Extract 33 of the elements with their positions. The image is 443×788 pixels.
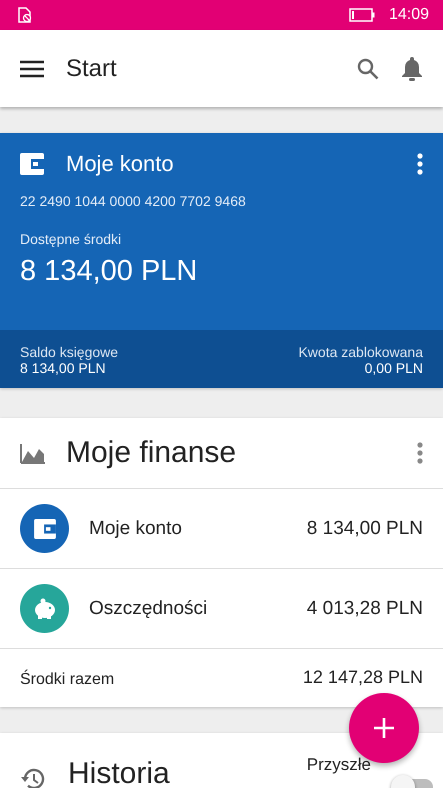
finance-row[interactable]: Oszczędności 4 013,28 PLN [0, 569, 443, 649]
blocked-amount: 0,00 PLN [364, 360, 423, 376]
book-balance: 8 134,00 PLN [20, 360, 106, 376]
finance-amount: 8 134,00 PLN [306, 518, 423, 540]
page-title: Start [66, 54, 118, 82]
more-icon[interactable] [417, 442, 423, 464]
bell-icon[interactable] [401, 56, 423, 82]
account-card[interactable]: Moje konto 22 2490 1044 0000 4200 7702 9468 Dostępne środki 8 134,00 PLN Saldo księgowe 8 134,00 PLN Kwota zablokowana 0,00 PLN [0, 133, 443, 388]
menu-icon[interactable] [20, 60, 44, 78]
book-balance-label: Saldo księgowe [20, 344, 118, 360]
history-icon [20, 767, 46, 788]
total-amount: 12 147,28 PLN [302, 667, 423, 689]
search-icon[interactable] [357, 58, 379, 80]
battery-icon [348, 8, 375, 22]
available-label: Dostępne środki [20, 231, 122, 247]
section-title: Moje finanse [66, 436, 238, 470]
wallet-icon [20, 153, 44, 175]
available-amount: 8 134,00 PLN [20, 255, 198, 288]
account-number: 22 2490 1044 0000 4200 7702 9468 [20, 193, 247, 209]
finance-name: Moje konto [89, 518, 183, 540]
plus-icon [374, 718, 394, 738]
chart-icon [20, 442, 46, 464]
finance-row[interactable]: Moje konto 8 134,00 PLN [0, 489, 443, 569]
section-title: Historia [68, 757, 171, 788]
clock-time: 14:09 [388, 6, 429, 24]
more-icon[interactable] [417, 153, 423, 175]
total-label: Środki razem [20, 671, 114, 689]
blocked-amount-label: Kwota zablokowana [298, 344, 423, 360]
future-label: Przyszłe [306, 755, 371, 775]
blocked-file-icon [18, 7, 32, 23]
account-title: Moje konto [66, 151, 175, 177]
finance-name: Oszczędności [89, 598, 208, 620]
finance-amount: 4 013,28 PLN [306, 598, 423, 620]
